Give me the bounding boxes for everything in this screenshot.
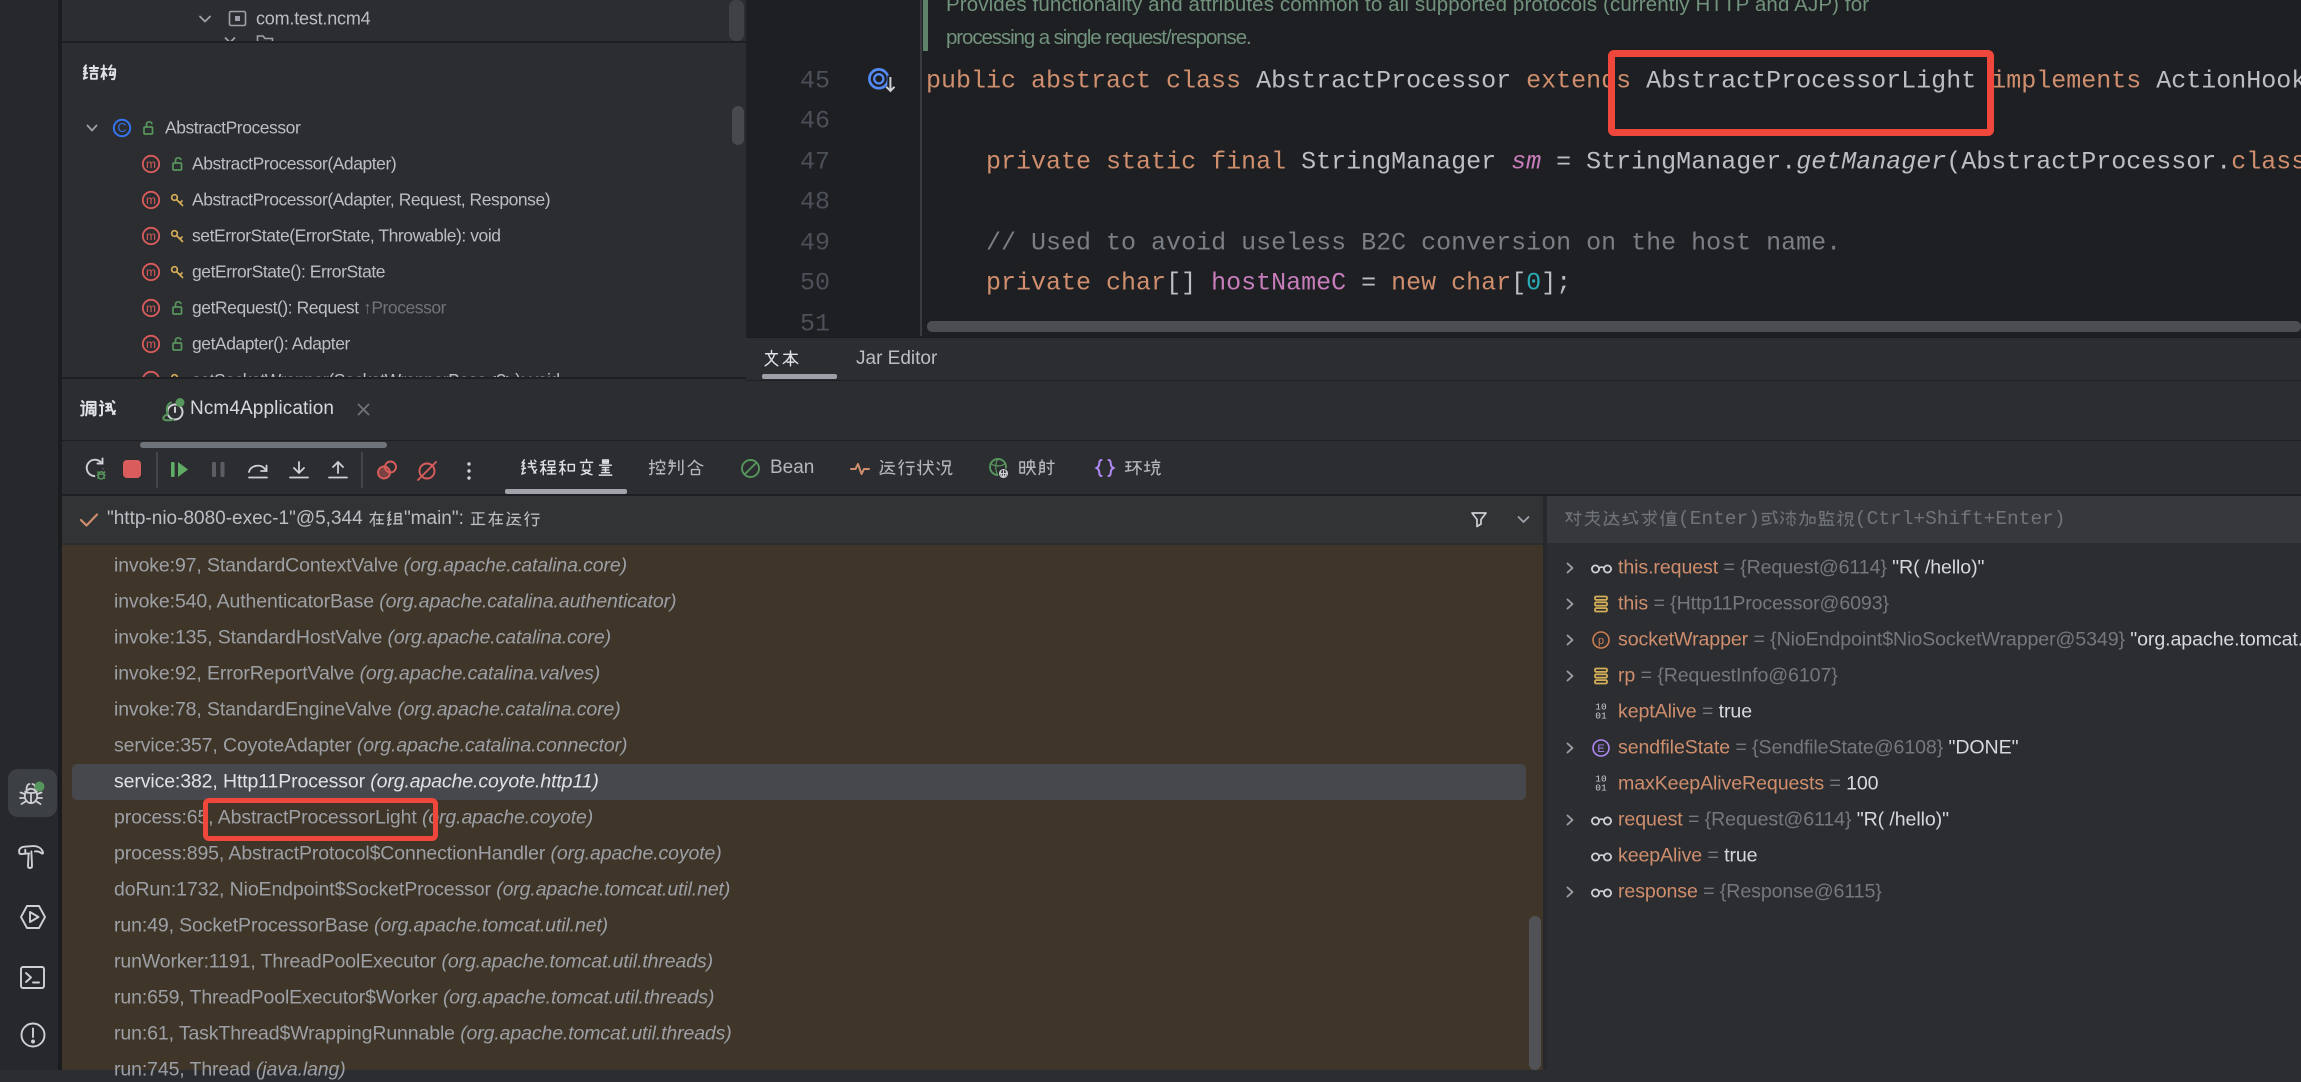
svg-text:m: m [146,337,156,351]
svg-text:E: E [1597,743,1604,755]
svg-text:m: m [146,229,156,243]
svg-text:m: m [146,193,156,207]
svg-text:C: C [117,121,126,135]
svg-text:m: m [146,265,156,279]
svg-text:m: m [146,301,156,315]
svg-text:m: m [146,157,156,171]
svg-text:p: p [1598,635,1604,647]
svg-text:m: m [146,373,156,377]
